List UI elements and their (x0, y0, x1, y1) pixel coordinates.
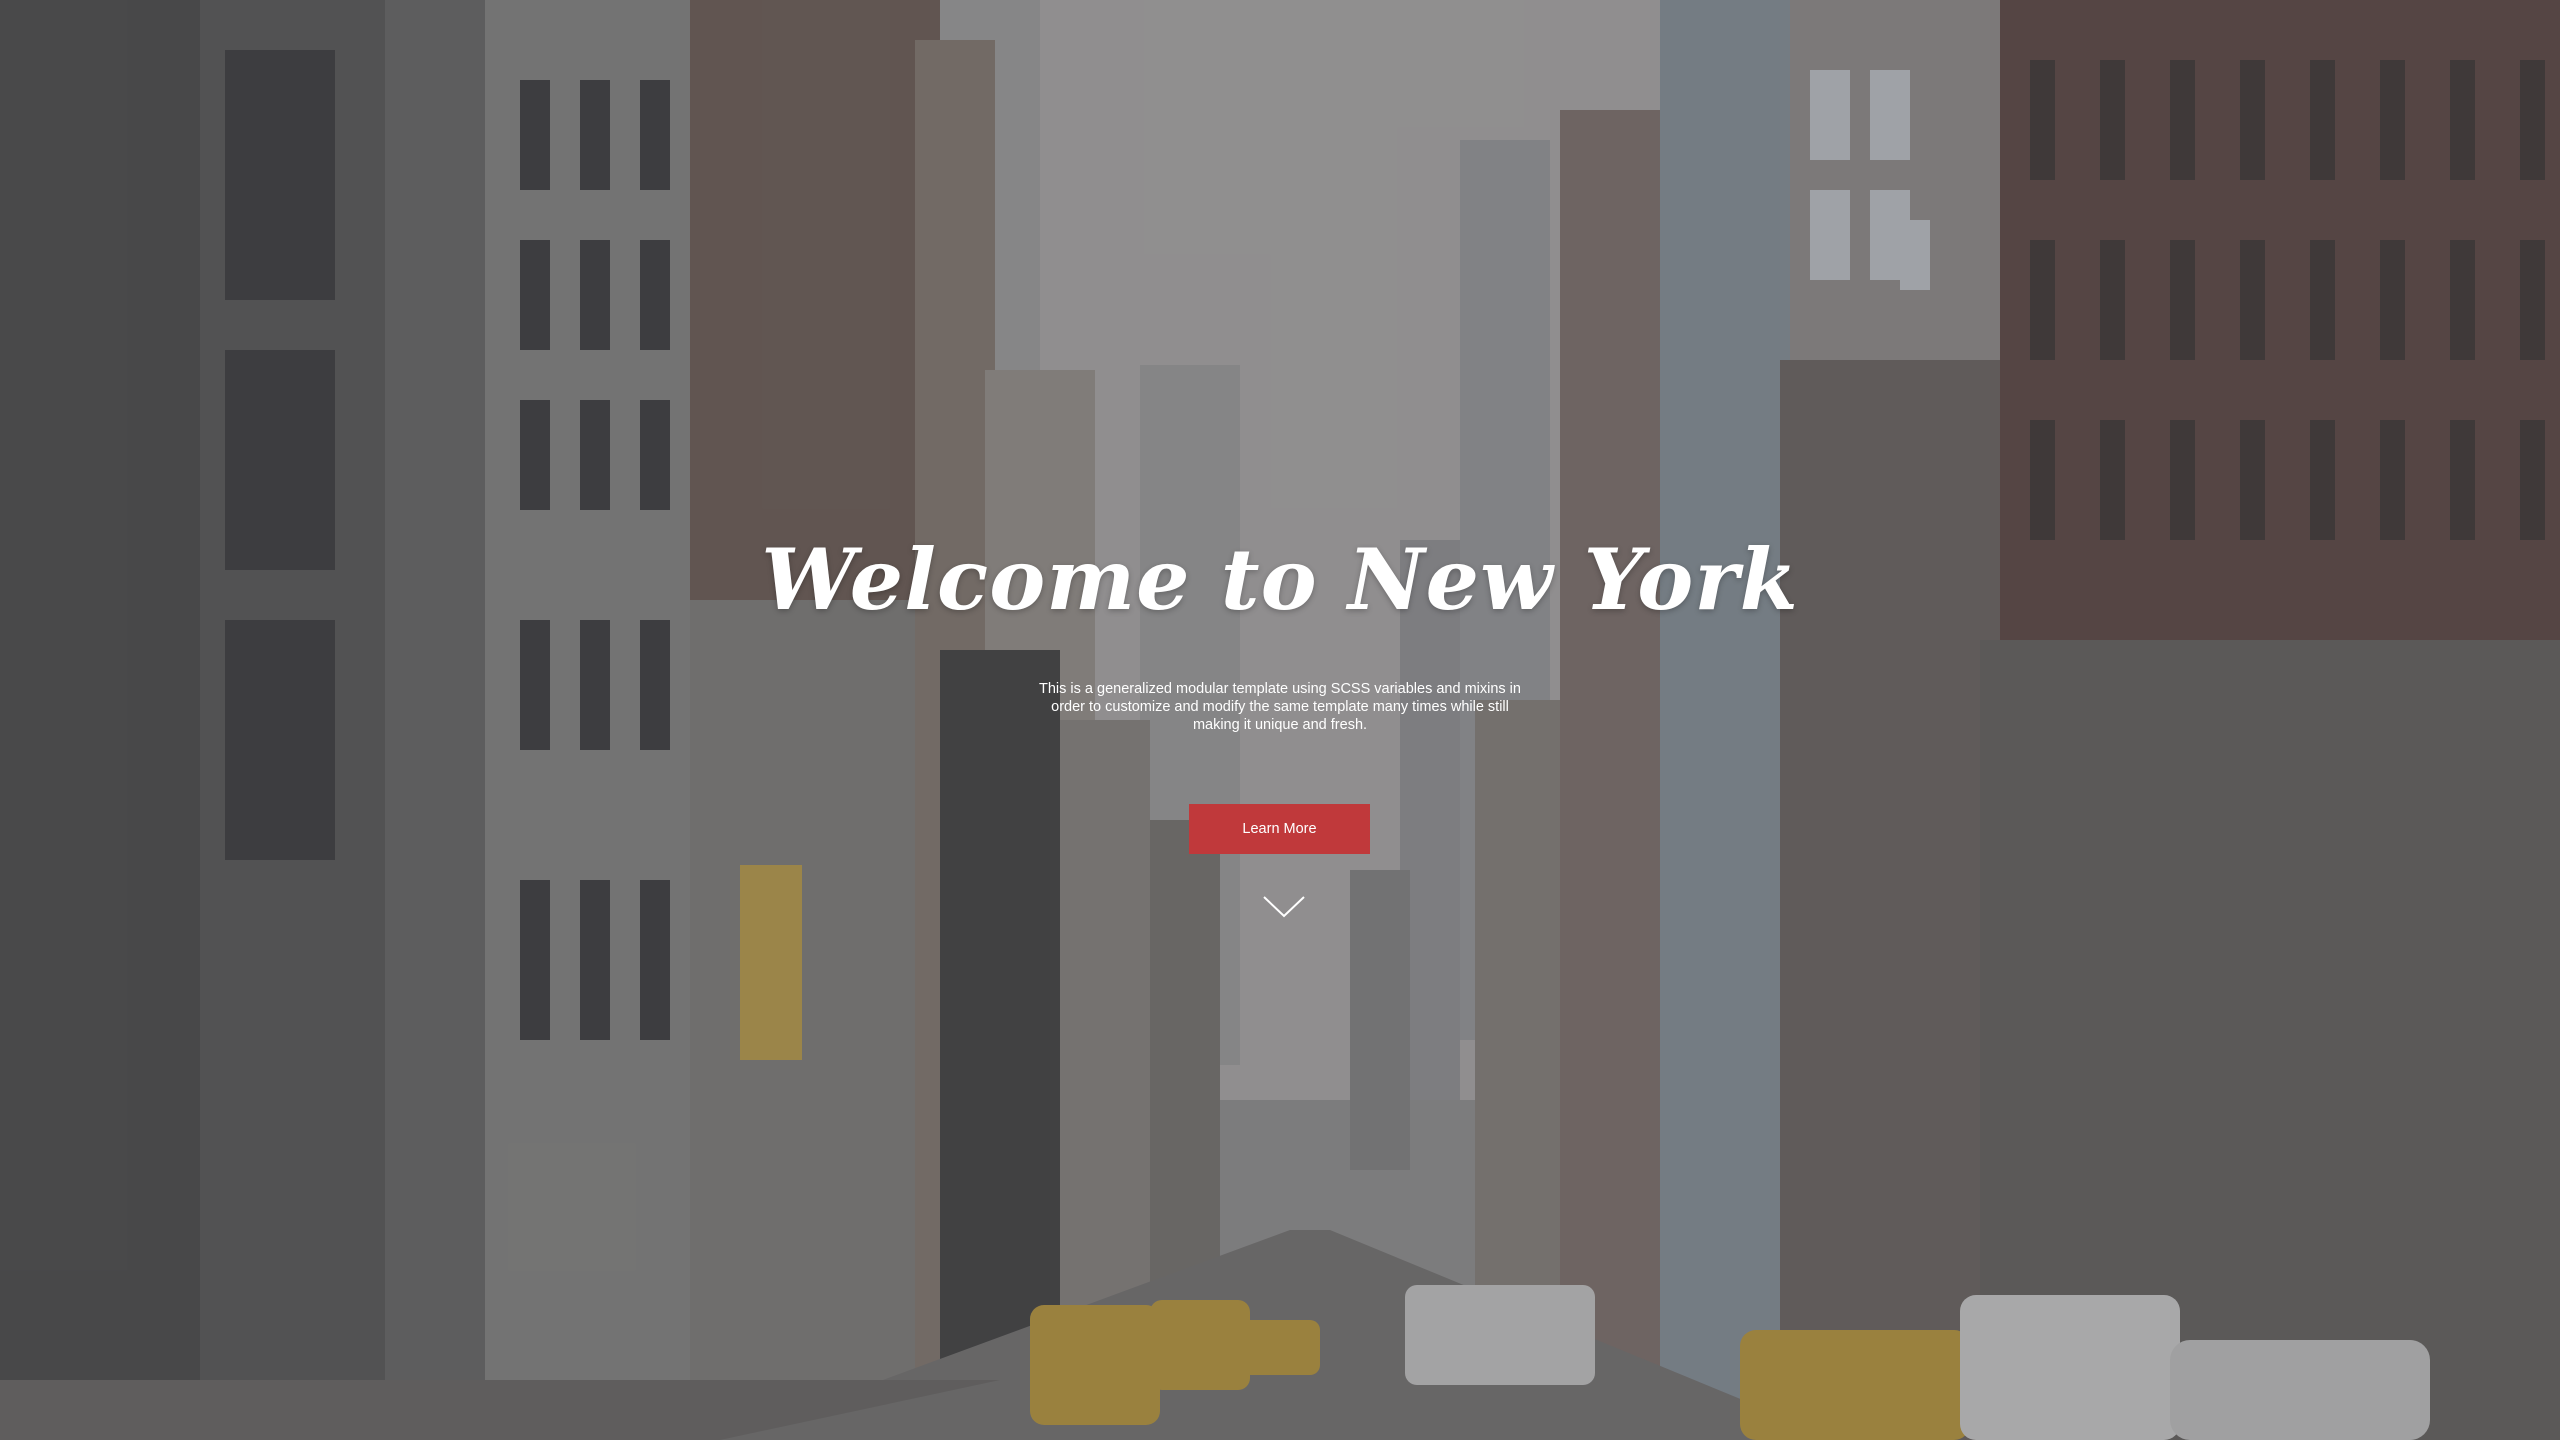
learn-more-button[interactable]: Learn More (1189, 804, 1370, 854)
hero-content: Welcome to New York This is a generalize… (0, 0, 2560, 1440)
hero-description: This is a generalized modular template u… (1039, 681, 1521, 733)
chevron-down-icon[interactable] (1262, 895, 1306, 919)
hero-title: Welcome to New York (761, 530, 1799, 629)
hero-section: Welcome to New York This is a generalize… (0, 0, 2560, 1440)
